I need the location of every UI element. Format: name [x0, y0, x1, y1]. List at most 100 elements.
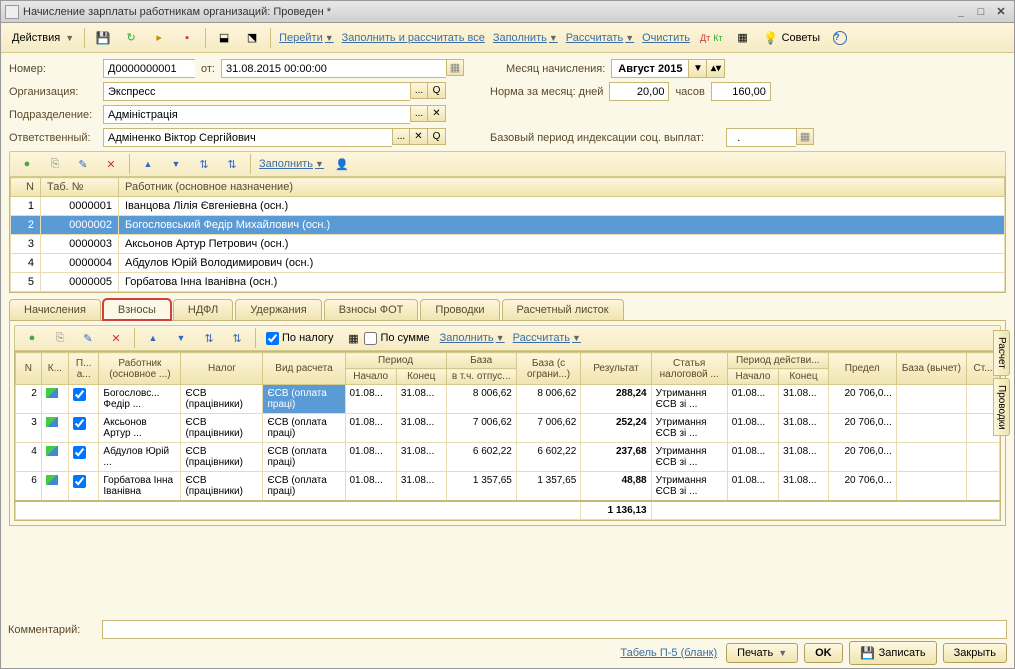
org-label: Организация: — [9, 86, 97, 98]
emp-fill-menu[interactable]: Заполнить▼ — [256, 156, 327, 172]
con-copy-icon[interactable] — [47, 327, 73, 349]
emp-edit-icon[interactable] — [70, 153, 96, 175]
contrib-toolbar: По налогу ▦ По сумме Заполнить▼ Рассчита… — [14, 325, 1001, 351]
contrib-row[interactable]: 2Богословс... Федір ...ЄСВ (працівники)Є… — [16, 385, 1000, 414]
resp-clear-icon[interactable]: ✕ — [410, 128, 428, 145]
norm-hours-input[interactable] — [711, 82, 771, 101]
save-button[interactable]: Записать — [849, 641, 937, 665]
contrib-row[interactable]: 6Горбатова Інна ІванівнаЄСВ (працівники)… — [16, 472, 1000, 502]
tips-button[interactable]: Советы — [758, 27, 825, 49]
employee-toolbar: Заполнить▼ 👤 — [9, 151, 1006, 177]
comment-input[interactable] — [102, 620, 1007, 639]
contrib-row[interactable]: 4Абдулов Юрій ...ЄСВ (працівники)ЄСВ (оп… — [16, 443, 1000, 472]
date-input[interactable] — [221, 59, 446, 78]
toolbar-link-icon[interactable]: ⬔ — [239, 27, 265, 49]
tabel-button[interactable]: Табель П-5 (бланк) — [617, 645, 720, 661]
emp-down-icon[interactable] — [163, 153, 189, 175]
sidetab-postings[interactable]: Проводки — [993, 378, 1010, 437]
con-down-icon[interactable] — [168, 327, 194, 349]
emp-sort-za-icon[interactable] — [219, 153, 245, 175]
print-button[interactable]: Печать▼ — [726, 643, 798, 663]
org-input[interactable] — [103, 82, 410, 101]
index-input[interactable] — [726, 128, 796, 147]
dept-select-icon[interactable]: ... — [410, 105, 428, 122]
emp-copy-icon[interactable] — [42, 153, 68, 175]
toolbar-dt-kt-icon[interactable]: ДтКт — [695, 30, 728, 46]
tab-contributions[interactable]: Взносы — [103, 299, 171, 320]
tab-strip: Начисления Взносы НДФЛ Удержания Взносы … — [9, 299, 1006, 320]
from-label: от: — [201, 63, 215, 75]
contrib-row[interactable]: 3Аксьонов Артур ...ЄСВ (працівники)ЄСВ (… — [16, 414, 1000, 443]
org-open-icon[interactable]: Q — [428, 82, 446, 99]
org-select-icon[interactable]: ... — [410, 82, 428, 99]
dept-input[interactable] — [103, 105, 410, 124]
emp-up-icon[interactable] — [135, 153, 161, 175]
hours-label: часов — [675, 86, 704, 98]
emp-row[interactable]: 40000004Абдулов Юрій Володимирович (осн.… — [11, 254, 1005, 273]
norm-days-input[interactable] — [609, 82, 669, 101]
resp-open-icon[interactable]: Q — [428, 128, 446, 145]
tab-ndfl[interactable]: НДФЛ — [173, 299, 233, 320]
con-del-icon[interactable] — [103, 327, 129, 349]
sidetab-calc[interactable]: Расчет — [993, 330, 1010, 376]
minimize-button[interactable]: _ — [952, 4, 970, 20]
ok-button[interactable]: OK — [804, 643, 843, 663]
maximize-button[interactable]: □ — [972, 4, 990, 20]
by-tax-toggle[interactable]: По налогу — [261, 329, 338, 348]
resp-label: Ответственный: — [9, 132, 97, 144]
emp-row[interactable]: 20000002Богословський Федір Михайлович (… — [11, 216, 1005, 235]
main-toolbar: Действия▼ ↻ ▸ ▪ ⬓ ⬔ Перейти▼ Заполнить и… — [1, 23, 1014, 53]
emp-row[interactable]: 50000005Горбатова Інна Іванівна (осн.) — [11, 273, 1005, 292]
emp-row[interactable]: 10000001Іванцова Лілія Євгеніевна (осн.) — [11, 197, 1005, 216]
goto-menu[interactable]: Перейти▼ — [276, 30, 337, 46]
tab-wagefund[interactable]: Взносы ФОТ — [324, 299, 419, 320]
toolbar-unpost-icon[interactable]: ▪ — [174, 27, 200, 49]
fill-calc-all-button[interactable]: Заполнить и рассчитать все — [339, 30, 488, 46]
actions-menu[interactable]: Действия▼ — [7, 29, 79, 47]
con-fill-menu[interactable]: Заполнить▼ — [437, 330, 508, 346]
con-add-icon[interactable] — [19, 327, 45, 349]
help-icon[interactable] — [827, 27, 853, 49]
toolbar-reload-icon[interactable]: ↻ — [118, 27, 144, 49]
month-label: Месяц начисления: — [506, 63, 605, 75]
fill-menu[interactable]: Заполнить▼ — [490, 30, 561, 46]
con-up-icon[interactable] — [140, 327, 166, 349]
toolbar-report-icon[interactable]: ▦ — [730, 27, 756, 49]
emp-row[interactable]: 30000003Аксьонов Артур Петрович (осн.) — [11, 235, 1005, 254]
close-window-button[interactable]: Закрыть — [943, 643, 1007, 663]
con-sort-az-icon[interactable] — [196, 327, 222, 349]
toolbar-struct-icon[interactable]: ⬓ — [211, 27, 237, 49]
index-calendar-icon[interactable] — [796, 128, 814, 145]
close-button[interactable]: ✕ — [992, 4, 1010, 20]
emp-del-icon[interactable] — [98, 153, 124, 175]
month-spin-icon[interactable]: ▴▾ — [706, 60, 724, 77]
emp-sort-az-icon[interactable] — [191, 153, 217, 175]
comment-label: Комментарий: — [8, 624, 96, 636]
tab-payslip[interactable]: Расчетный листок — [502, 299, 624, 320]
tab-postings[interactable]: Проводки — [420, 299, 499, 320]
date-calendar-icon[interactable] — [446, 59, 464, 76]
con-calc-menu[interactable]: Рассчитать▼ — [510, 330, 584, 346]
clear-button[interactable]: Очистить — [639, 30, 693, 46]
dept-clear-icon[interactable]: ✕ — [428, 105, 446, 122]
resp-select-icon[interactable]: ... — [392, 128, 410, 145]
employee-grid[interactable]: NТаб. №Работник (основное назначение)100… — [9, 177, 1006, 293]
emp-person-icon[interactable]: 👤 — [329, 153, 355, 175]
by-sum-toggle[interactable]: ▦ По сумме — [340, 327, 434, 349]
toolbar-save-icon[interactable] — [90, 27, 116, 49]
emp-add-icon[interactable] — [14, 153, 40, 175]
contributions-grid[interactable]: NК...П... а...Работник (основное ...)Нал… — [14, 351, 1001, 521]
tab-deductions[interactable]: Удержания — [235, 299, 321, 320]
tab-accruals[interactable]: Начисления — [9, 299, 101, 320]
con-sort-za-icon[interactable] — [224, 327, 250, 349]
month-selector[interactable]: Август 2015 ▼ ▴▾ — [611, 59, 725, 78]
norm-label: Норма за месяц: дней — [490, 86, 603, 98]
month-dropdown-icon[interactable]: ▼ — [688, 60, 706, 77]
con-edit-icon[interactable] — [75, 327, 101, 349]
number-label: Номер: — [9, 63, 97, 75]
index-label: Базовый период индексации соц. выплат: — [490, 132, 704, 144]
calc-menu[interactable]: Рассчитать▼ — [563, 30, 637, 46]
toolbar-post-icon[interactable]: ▸ — [146, 27, 172, 49]
number-input[interactable] — [103, 59, 195, 78]
resp-input[interactable] — [103, 128, 392, 147]
